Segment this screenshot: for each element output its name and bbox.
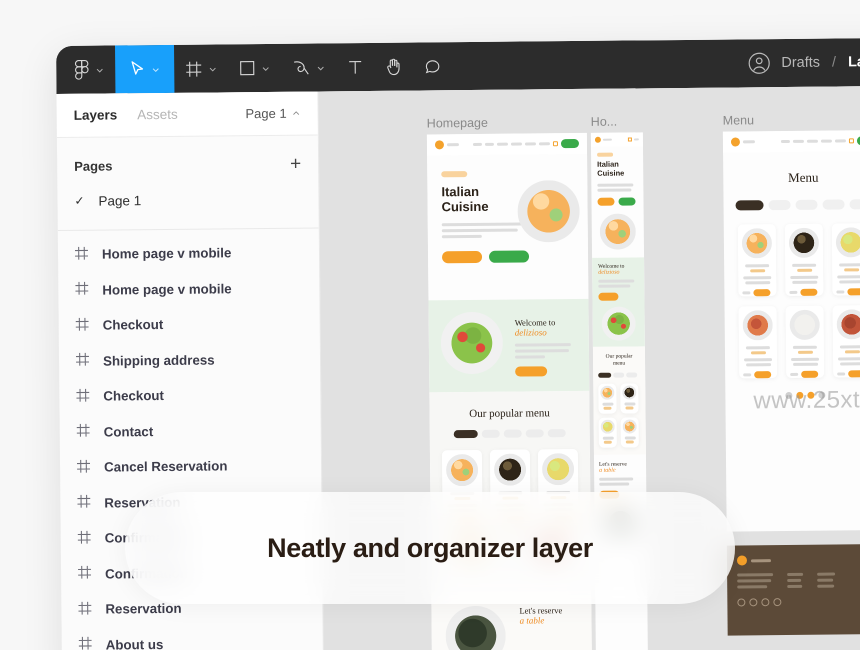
frame-label[interactable]: Menu xyxy=(723,113,754,127)
frame-hash-icon xyxy=(77,459,91,475)
tab-layers[interactable]: Layers xyxy=(74,107,118,122)
frame-menu[interactable]: Menu xyxy=(722,130,860,532)
frame-hash-icon xyxy=(76,388,90,404)
toolbar-figma-menu-button[interactable] xyxy=(56,45,115,94)
layer-row[interactable]: About us xyxy=(62,625,323,650)
toolbar-shape-tool-button[interactable] xyxy=(228,44,281,93)
frame-hash-icon xyxy=(78,565,92,582)
cursor-arrow-icon xyxy=(129,60,145,78)
toolbar-move-tool-button[interactable] xyxy=(114,44,175,94)
toolbar-text-tool-button[interactable] xyxy=(336,43,374,91)
panel-tabs: Layers Assets Page 1 xyxy=(56,91,318,138)
frame-hash-icon xyxy=(78,636,92,650)
layer-name: Checkout xyxy=(102,317,164,333)
avatar[interactable] xyxy=(747,51,771,75)
breadcrumb-separator: / xyxy=(831,54,837,71)
page-selector-label: Page 1 xyxy=(245,105,287,122)
text-t-icon xyxy=(347,59,363,76)
toolbar-hand-tool-button[interactable] xyxy=(374,43,413,91)
layer-name: Home page v mobile xyxy=(101,245,232,262)
hand-icon xyxy=(385,58,402,76)
frame-hash-icon xyxy=(78,601,92,617)
chevron-up-icon xyxy=(293,111,300,115)
menu-title: Menu xyxy=(788,169,819,185)
checkmark-icon: ✓ xyxy=(74,193,85,208)
toolbar-comment-tool-button[interactable] xyxy=(413,42,452,90)
screenshot-stage: Drafts / Landing Pa Layers Assets Page 1 xyxy=(0,0,860,650)
layer-name: Checkout xyxy=(103,388,165,404)
layer-row[interactable]: Home page v mobile xyxy=(58,270,319,308)
page-selector[interactable]: Page 1 xyxy=(245,105,300,122)
frame-hash-icon xyxy=(75,317,89,333)
layer-name: Shipping address xyxy=(102,352,215,369)
layer-name: Cancel Reservation xyxy=(103,458,228,475)
frame-hash-icon xyxy=(74,246,89,262)
chevron-down-icon xyxy=(317,66,324,70)
welcome-brand: delizioso xyxy=(514,327,547,338)
layer-row[interactable]: Home page v mobile xyxy=(58,234,319,272)
frame-hash-icon xyxy=(75,281,89,298)
panel-divider xyxy=(57,227,319,231)
page-list-item[interactable]: ✓ Page 1 xyxy=(57,183,318,216)
frame-hash-icon xyxy=(75,352,90,369)
frame-label[interactable]: Homepage xyxy=(427,116,488,131)
pen-icon xyxy=(292,59,310,76)
popular-title: Our popular menu xyxy=(469,407,550,421)
frame-menu-footer[interactable] xyxy=(726,544,860,636)
pages-section-header: Pages + xyxy=(57,143,318,186)
figma-logo-icon xyxy=(74,59,89,80)
layer-row[interactable]: Checkout xyxy=(59,305,320,343)
toolbar-pen-tool-button[interactable] xyxy=(281,43,336,92)
breadcrumb-drafts[interactable]: Drafts xyxy=(781,55,820,71)
welcome-pre: Welcome to xyxy=(514,317,556,328)
hero-title-line1: Italian xyxy=(441,183,480,200)
layer-row[interactable]: Cancel Reservation xyxy=(60,447,321,485)
user-circle-icon xyxy=(748,52,770,74)
layer-row[interactable]: Shipping address xyxy=(59,341,320,379)
reserve-pre: Let's reserve xyxy=(519,605,563,616)
layer-row[interactable]: Contact xyxy=(60,412,321,450)
add-page-button[interactable]: + xyxy=(290,153,301,174)
chevron-down-icon xyxy=(209,67,216,71)
layer-row[interactable]: Checkout xyxy=(59,376,320,414)
reserve-brand: a table xyxy=(519,615,545,626)
tab-assets[interactable]: Assets xyxy=(137,107,178,122)
hero-title-line2: Cuisine xyxy=(441,199,489,215)
toolbar-right-group: Drafts / Landing Pa xyxy=(747,38,860,88)
frame-icon xyxy=(185,60,202,77)
chevron-down-icon xyxy=(152,67,159,72)
frame-hash-icon xyxy=(76,423,90,440)
frame-hash-icon xyxy=(77,530,91,546)
layer-name: Contact xyxy=(103,423,154,440)
caption-overlay-pill: Neatly and organizer layer xyxy=(125,492,735,604)
frame-label[interactable]: Ho... xyxy=(591,115,618,129)
page-list-item-label: Page 1 xyxy=(98,192,142,209)
layer-name: Reservation xyxy=(105,601,182,617)
chevron-down-icon xyxy=(96,68,103,73)
chevron-down-icon xyxy=(262,66,269,71)
toolbar: Drafts / Landing Pa xyxy=(56,37,860,94)
pages-title: Pages xyxy=(74,157,113,174)
frame-hash-icon xyxy=(77,494,91,511)
caption-text: Neatly and organizer layer xyxy=(267,532,593,563)
layer-name: Home page v mobile xyxy=(102,281,232,298)
breadcrumb-file-name[interactable]: Landing Pa xyxy=(848,54,860,71)
layer-name: About us xyxy=(105,636,164,650)
square-icon xyxy=(239,60,255,76)
comment-bubble-icon xyxy=(424,58,441,75)
toolbar-frame-tool-button[interactable] xyxy=(174,44,228,93)
